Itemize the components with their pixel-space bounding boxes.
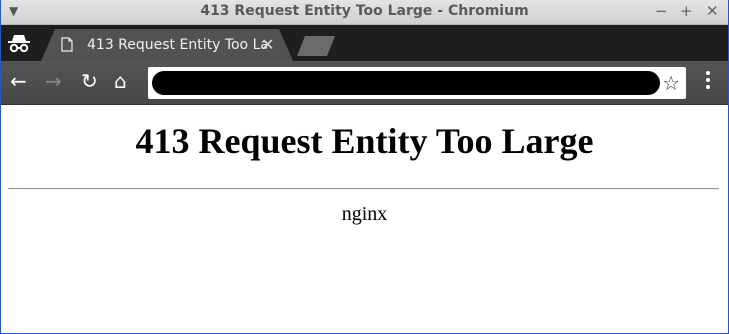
tab-active[interactable]: 413 Request Entity Too Large ✕ [41, 29, 293, 61]
error-heading: 413 Request Entity Too Large [135, 121, 594, 161]
tab-strip: 413 Request Entity Too Large ✕ [1, 25, 728, 61]
menu-dots-icon[interactable] [705, 71, 711, 93]
close-window-button[interactable]: ✕ [706, 2, 719, 20]
browser-window: ▼ 413 Request Entity Too Large - Chromiu… [1, 0, 728, 333]
close-tab-icon[interactable]: ✕ [261, 35, 274, 54]
tab-label: 413 Request Entity Too Large [87, 37, 267, 53]
reload-icon[interactable]: ↻ [81, 70, 98, 92]
maximize-button[interactable]: + [680, 2, 693, 20]
back-icon[interactable]: ← [10, 70, 27, 92]
page-icon [61, 37, 73, 52]
browser-toolbar: ← → ↻ ⌂ ☆ [1, 61, 728, 105]
home-icon[interactable]: ⌂ [114, 70, 127, 92]
page-content: 413 Request Entity Too Large nginx [1, 105, 728, 333]
address-bar[interactable]: ☆ [148, 67, 686, 99]
incognito-icon [8, 35, 30, 53]
redacted-url [152, 71, 660, 95]
window-title: 413 Request Entity Too Large - Chromium [200, 3, 529, 19]
divider [8, 188, 719, 190]
server-name: nginx [341, 203, 388, 225]
bookmark-star-icon[interactable]: ☆ [662, 71, 680, 95]
minimize-button[interactable]: − [655, 2, 668, 20]
new-tab-button[interactable] [297, 36, 335, 56]
forward-icon[interactable]: → [45, 70, 62, 92]
title-bar: ▼ 413 Request Entity Too Large - Chromiu… [1, 0, 728, 25]
